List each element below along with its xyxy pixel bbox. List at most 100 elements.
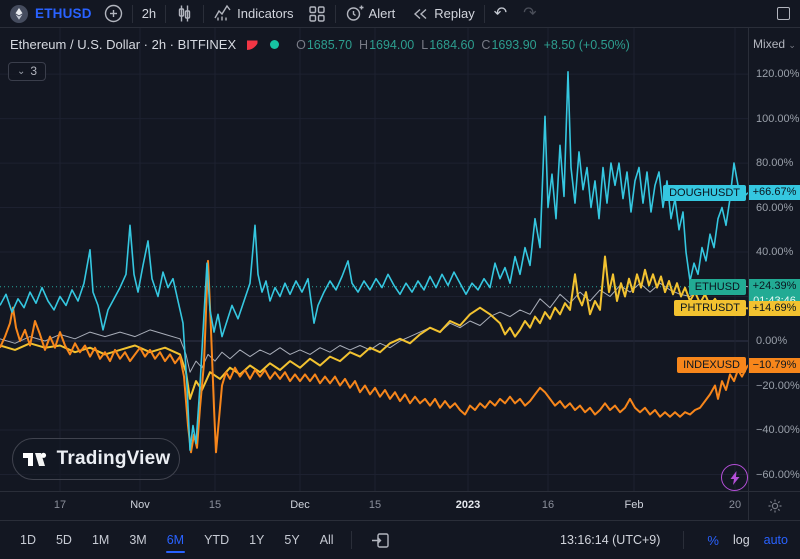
scale-mode-label: Mixed: [753, 37, 785, 51]
divider: [335, 5, 336, 23]
indicators-button[interactable]: Indicators: [213, 4, 293, 23]
divider: [165, 5, 166, 23]
chart-type-candles-icon[interactable]: [175, 4, 194, 23]
y-axis-tick: 120.00%: [756, 68, 799, 80]
open-label: O: [296, 38, 306, 52]
x-axis-tick: Dec: [290, 499, 310, 511]
bottom-toolbar-right: 13:16:14 (UTC+9) % log auto: [560, 531, 788, 549]
lightning-trade-icon[interactable]: [721, 464, 748, 491]
series-label-ethusd[interactable]: ETHUSD: [689, 279, 746, 295]
indicators-icon: [213, 4, 232, 23]
x-axis-tick: 15: [369, 499, 381, 511]
range-1y[interactable]: 1Y: [241, 530, 272, 550]
tradingview-wordmark: TradingView: [57, 448, 171, 470]
session-sun-icon[interactable]: [767, 498, 783, 514]
indicators-label: Indicators: [237, 6, 293, 21]
top-toolbar: ETHUSD 2h Indicators Alert: [0, 0, 800, 28]
time-axis[interactable]: 17 Nov 15 Dec 15 2023 16 Feb 20: [0, 491, 748, 520]
scale-badge-indexusd[interactable]: −10.79%: [749, 358, 800, 373]
fullscreen-icon[interactable]: [777, 7, 790, 20]
auto-scale-toggle[interactable]: auto: [764, 533, 788, 547]
symbol-button[interactable]: ETHUSD: [35, 6, 92, 21]
series-line-phtrusdt[interactable]: [0, 257, 748, 399]
y-axis-tick: 0.00%: [756, 335, 787, 347]
alert-button[interactable]: Alert: [345, 4, 396, 23]
alert-clock-icon: [345, 4, 364, 23]
symbol-legend: Ethereum / U.S. Dollar · 2h · BITFINEX O…: [10, 37, 630, 52]
range-6m[interactable]: 6M: [159, 530, 192, 550]
replay-label: Replay: [434, 6, 474, 21]
series-line-doughusdt[interactable]: [0, 72, 748, 450]
ethereum-logo-icon: [10, 5, 28, 23]
range-5d[interactable]: 5D: [48, 530, 80, 550]
x-axis-tick: Feb: [625, 499, 644, 511]
range-1d[interactable]: 1D: [12, 530, 44, 550]
scale-mode-dropdown[interactable]: Mixed ⌄: [749, 37, 800, 51]
range-3m[interactable]: 3M: [121, 530, 154, 550]
y-axis-tick: 100.00%: [756, 113, 799, 125]
replay-button[interactable]: Replay: [411, 5, 474, 23]
date-range-switcher: 1D5D1M3M6MYTD1Y5YAll: [12, 530, 342, 550]
high-label: H: [359, 38, 368, 52]
time-axis-corner[interactable]: [748, 491, 800, 520]
close-value: 1693.90: [491, 38, 536, 52]
go-to-date-icon[interactable]: [371, 532, 390, 549]
clock-timezone-button[interactable]: 13:16:14 (UTC+9): [560, 533, 660, 547]
divider: [484, 5, 485, 23]
x-axis-tick: 17: [54, 499, 66, 511]
divider: [351, 531, 352, 549]
series-label-phtrusdt[interactable]: PHTRUSDT: [674, 300, 746, 316]
range-5y[interactable]: 5Y: [276, 530, 307, 550]
bottom-toolbar: 1D5D1M3M6MYTD1Y5YAll 13:16:14 (UTC+9) % …: [0, 520, 800, 559]
percent-scale-toggle[interactable]: %: [707, 533, 719, 548]
x-axis-tick: 15: [209, 499, 221, 511]
replay-rewind-icon: [411, 5, 429, 23]
low-value: 1684.60: [429, 38, 474, 52]
range-1m[interactable]: 1M: [84, 530, 117, 550]
divider: [132, 5, 133, 23]
chevron-down-icon: ⌄: [788, 40, 796, 50]
market-status-dot[interactable]: [270, 40, 279, 49]
y-axis-tick: −40.00%: [756, 424, 800, 436]
interval-button[interactable]: 2h: [142, 6, 156, 21]
y-axis-tick: −20.00%: [756, 380, 800, 392]
y-axis-tick: 40.00%: [756, 246, 793, 258]
high-value: 1694.00: [369, 38, 414, 52]
y-axis-tick: 60.00%: [756, 202, 793, 214]
close-label: C: [481, 38, 490, 52]
symbol-title[interactable]: Ethereum / U.S. Dollar · 2h · BITFINEX: [10, 37, 236, 52]
layout-templates-icon[interactable]: [308, 5, 326, 23]
alert-label: Alert: [369, 6, 396, 21]
scale-badge-doughusdt[interactable]: +66.67%: [749, 185, 800, 200]
low-label: L: [421, 38, 428, 52]
series-label-indexusd[interactable]: INDEXUSD: [677, 357, 746, 373]
chart-plot[interactable]: Ethereum / U.S. Dollar · 2h · BITFINEX O…: [0, 28, 748, 491]
tradingview-watermark[interactable]: TradingView: [12, 438, 180, 480]
price-scale[interactable]: Mixed ⌄ 120.00% 100.00% 80.00% 60.00% 40.00%…: [748, 28, 800, 491]
scale-badge-phtrusdt[interactable]: +14.69%: [749, 301, 800, 316]
undo-icon[interactable]: ↶: [494, 6, 507, 22]
open-value: 1685.70: [307, 38, 352, 52]
series-label-doughusdt[interactable]: DOUGHUSDT: [663, 185, 746, 201]
chevron-down-icon: ⌄: [17, 66, 25, 77]
series-line-indexusd[interactable]: [0, 261, 748, 452]
x-axis-tick: 2023: [456, 499, 480, 511]
legend-collapse-count: 3: [30, 64, 37, 78]
scale-badge-ethusd[interactable]: +24.39%: [749, 279, 800, 294]
y-axis-tick: 80.00%: [756, 157, 793, 169]
log-scale-toggle[interactable]: log: [733, 533, 750, 547]
tradingview-chart-window: ETHUSD 2h Indicators Alert: [0, 0, 800, 559]
legend-collapse-button[interactable]: ⌄ 3: [8, 62, 46, 81]
range-ytd[interactable]: YTD: [196, 530, 237, 550]
y-axis-tick: −60.00%: [756, 469, 800, 481]
range-all[interactable]: All: [312, 530, 342, 550]
x-axis-tick: 20: [729, 499, 741, 511]
redo-icon[interactable]: ↷: [523, 6, 536, 22]
divider: [203, 5, 204, 23]
chart-canvas[interactable]: [0, 28, 748, 491]
change-value: +8.50 (+0.50%): [544, 38, 630, 52]
bitfinex-logo-icon: [245, 38, 259, 52]
x-axis-tick: Nov: [130, 499, 150, 511]
x-axis-tick: 16: [542, 499, 554, 511]
compare-add-icon[interactable]: [104, 4, 123, 23]
